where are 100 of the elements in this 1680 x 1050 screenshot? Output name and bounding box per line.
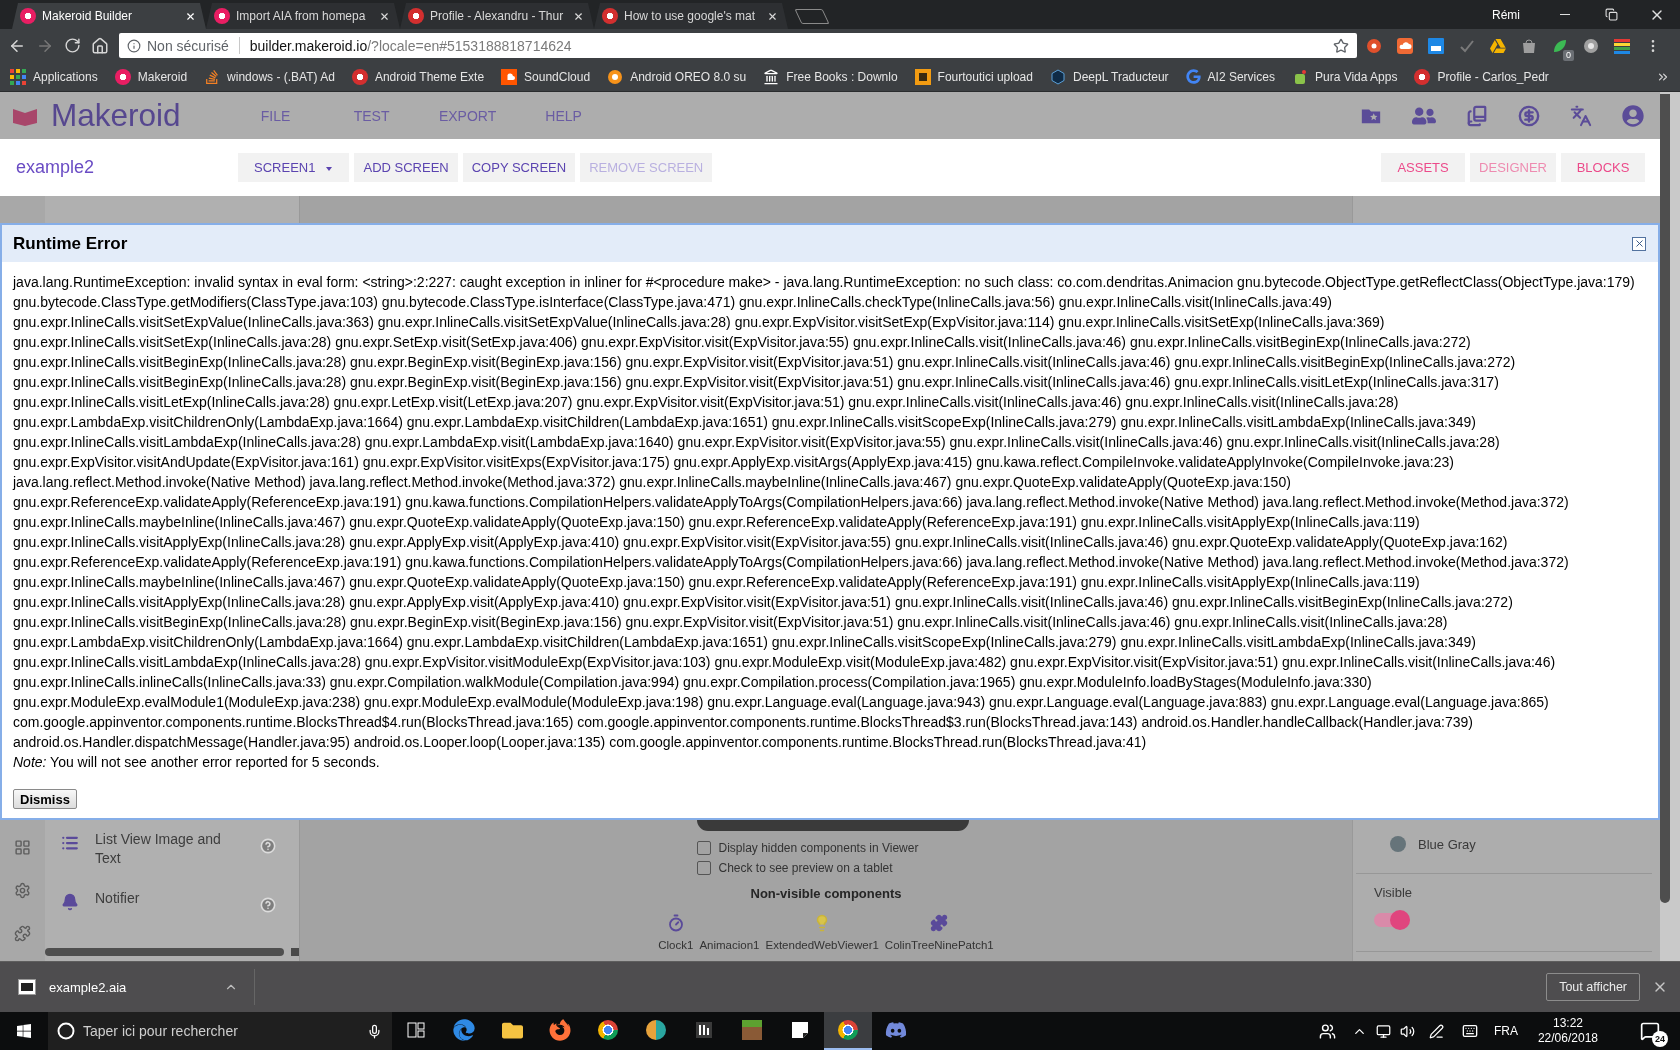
widgets-icon[interactable] (14, 839, 31, 856)
screen-dropdown[interactable]: SCREEN1 (238, 153, 350, 182)
search-field[interactable]: Taper ici pour rechercher (48, 1012, 392, 1050)
bookmark-link[interactable]: Applications (10, 68, 98, 85)
caret-down-icon (326, 166, 333, 171)
bag-icon[interactable] (1521, 37, 1537, 54)
checkbox[interactable] (696, 861, 711, 875)
error-note: Note: You will not see another error reported for 5 seconds. (13, 753, 380, 772)
bookmark-link[interactable]: Profile - Carlos_Pedr (1414, 68, 1549, 85)
stacked-trays-icon (204, 68, 221, 85)
help-icon[interactable] (260, 897, 276, 913)
error-trace-line: gnu.expr.InlineCalls.visitSetExp(InlineCalls.java:28) gnu.expr.SetExp.visit(SetExp.java:406) gnu.expr.ExpVisitor.visit(ExpVisitor.java:55) gnu.expr.InlineCalls.visit(InlineCalls.java:46) gnu.expr.InlineCalls.visitBeginExp(InlineCalls.java:272) (13, 333, 1471, 352)
error-trace-line: gnu.expr.InlineCalls.visitBeginExp(InlineCalls.java:28) gnu.expr.BeginExp.visit(BeginExp.java:156) gnu.expr.ExpVisitor.visit(ExpVisitor.java:51) gnu.expr.InlineCalls.visit(InlineCalls.java:46) gnu.expr.InlineCalls.visitBeginExp(InlineCalls.java:272) (13, 353, 1516, 372)
volume-icon[interactable] (1400, 1023, 1416, 1039)
account-icon[interactable] (1622, 104, 1644, 127)
cloud-icon[interactable] (1397, 37, 1413, 54)
close-icon[interactable] (185, 10, 196, 22)
security-label: Non sécurisé (147, 37, 229, 54)
close-icon (1633, 238, 1645, 249)
hexagon-icon (1049, 68, 1066, 85)
archive-file-icon (18, 979, 36, 995)
stacked-layers-icon[interactable] (1614, 37, 1630, 54)
puzzle-icon[interactable] (14, 925, 31, 942)
bookmark-link[interactable]: Free Books : Downlo (763, 68, 898, 85)
browser-tab[interactable]: Profile - Alexandru - Thur (400, 3, 594, 29)
four-panes-icon (16, 1023, 32, 1039)
cloud-icon (501, 68, 518, 85)
close-button[interactable] (1632, 236, 1646, 251)
bookmark-link[interactable]: Fourtoutici upload (914, 68, 1033, 85)
people-icon[interactable] (1319, 1022, 1337, 1040)
palette-item[interactable]: Notifier (95, 889, 235, 908)
browser-tab[interactable]: How to use google's mat (594, 3, 788, 29)
bookmark-link[interactable]: DeepL Traducteur (1049, 68, 1169, 85)
microphone-icon[interactable] (367, 1023, 382, 1039)
circle-icon[interactable] (1583, 37, 1599, 54)
palette-item[interactable]: List View Image and Text (95, 830, 235, 868)
vertical-scrollbar[interactable] (1660, 94, 1670, 903)
component-label[interactable]: ColinTreeNinePatch1 (884, 937, 994, 953)
apps-grid-icon (10, 68, 26, 85)
screen-action-button[interactable]: ADD SCREEN (354, 153, 458, 182)
bookmark-link[interactable]: Android OREO 8.0 su (607, 68, 747, 85)
horizontal-scrollbar[interactable] (45, 948, 285, 956)
browser-tab[interactable]: Import AIA from homepa (206, 3, 400, 29)
url-path: /?locale=en#5153188818714624 (367, 37, 572, 54)
triangle-logo-icon[interactable] (1490, 37, 1506, 54)
browser-tab[interactable]: Makeroid Builder (12, 3, 206, 29)
bookmark-link[interactable]: windows - (.BAT) Ad (204, 68, 335, 85)
component-label[interactable]: ExtendedWebViewer1 (765, 937, 879, 953)
close-icon[interactable] (767, 10, 778, 22)
show-all-button[interactable]: Tout afficher (1546, 973, 1640, 1001)
color-option[interactable]: Blue Gray (1418, 836, 1476, 852)
circle-logo-icon (602, 8, 618, 24)
bookmark-link[interactable]: Pura Vida Apps (1291, 68, 1398, 85)
scrollbar-corner (291, 948, 299, 956)
translate-icon[interactable] (1570, 104, 1592, 127)
url-host: builder.makeroid.io (249, 37, 368, 54)
keyboard-icon[interactable] (1461, 1023, 1478, 1039)
books-icon[interactable] (1466, 104, 1488, 127)
taskbar-app-button[interactable] (824, 1012, 872, 1050)
dollar-circle-icon[interactable] (1518, 104, 1540, 127)
help-icon[interactable] (260, 838, 276, 854)
download-file-name[interactable]: example2.aia (49, 979, 127, 995)
window-icon[interactable] (1428, 37, 1444, 54)
note-icon (790, 1020, 810, 1040)
home-icon[interactable] (91, 36, 109, 55)
bookmark-link[interactable]: Makeroid (114, 68, 188, 85)
new-tab-button[interactable] (794, 9, 830, 24)
clock[interactable]: 13:22 22/06/2018 (1537, 1016, 1598, 1046)
component-label[interactable]: Clock1 (658, 937, 694, 953)
error-trace-line: gnu.expr.InlineCalls.maybeInline(InlineCalls.java:467) gnu.expr.QuoteExp.validateApply(QuoteExp.java:150) gnu.expr.ReferenceExp.validateApply(ReferenceExp.java:191) gnu.expr.InlineCalls.visitApplyExp(InlineCalls.java:119) (13, 513, 1420, 532)
error-trace-line: gnu.expr.InlineCalls.visitApplyExp(InlineCalls.java:28) gnu.expr.ApplyExp.visit(ApplyExp.java:410) gnu.expr.ExpVisitor.visit(ExpVisitor.java:55) gnu.expr.InlineCalls.visit(InlineCalls.java:46) gnu.expr.QuoteExp.validateApply(QuoteExp.java:162) (13, 533, 1508, 552)
close-icon[interactable] (379, 10, 390, 22)
address-bar[interactable]: Non sécurisé builder.makeroid.io/?locale=en#5153188818714624 (119, 33, 1357, 58)
bookmark-star-icon[interactable] (1333, 37, 1349, 54)
toggle-switch[interactable] (1374, 910, 1410, 930)
error-trace-line: gnu.expr.InlineCalls.visitBeginExp(InlineCalls.java:28) gnu.expr.BeginExp.visit(BeginExp.java:156) gnu.expr.ExpVisitor.visit(ExpVisitor.java:51) gnu.expr.InlineCalls.visit(InlineCalls.java:46) gnu.expr.InlineCalls.visitLetExp(InlineCalls.java:317) (13, 373, 1499, 392)
error-trace-line: gnu.expr.InlineCalls.visitLambdaExp(InlineCalls.java:28) gnu.expr.LambdaExp.visit(LambdaExp.java:1640) gnu.expr.ExpVisitor.visit(ExpVisitor.java:55) gnu.expr.InlineCalls.visit(InlineCalls.java:46) gnu.expr.InlineCalls.visit(InlineCalls.java:28) (13, 433, 1500, 452)
checkbox[interactable] (696, 841, 711, 855)
dismiss-button[interactable]: Dismiss (13, 789, 77, 809)
component-label[interactable]: Animacion1 (699, 937, 760, 953)
pen-icon[interactable] (1429, 1023, 1445, 1039)
bookmark-link[interactable]: AI2 Services (1185, 69, 1275, 84)
leaf-icon[interactable] (1552, 37, 1568, 54)
bookmark-link[interactable]: Android Theme Exte (351, 68, 485, 85)
circle-logo-icon (1414, 68, 1431, 85)
reload-icon[interactable] (64, 37, 81, 54)
grass-block-icon (742, 1020, 762, 1040)
circle-logo-icon (20, 8, 36, 24)
bookmark-link[interactable]: SoundCloud (501, 68, 591, 85)
profile-name[interactable]: Rémi (1492, 7, 1520, 22)
circle-icon[interactable] (1366, 37, 1382, 54)
language-indicator[interactable]: FRA (1493, 1024, 1518, 1038)
network-icon[interactable] (1376, 1023, 1392, 1039)
circle-logo-icon (838, 1020, 858, 1040)
settings-icon[interactable] (14, 882, 31, 899)
checkbox-label: Check to see preview on a tablet (718, 861, 893, 875)
error-trace-line: gnu.expr.ExpVisitor.visitAndUpdate(ExpVisitor.java:161) gnu.expr.ExpVisitor.visitExps(ExpVisitor.java:175) gnu.expr.ApplyExp.visitArgs(ApplyExp.java:415) gnu.kawa.reflect.CompileInvoke.validateApplyInvoke(CompileInvoke.java:23) (13, 453, 1454, 472)
square-logo-icon (914, 68, 931, 85)
screen-action-button[interactable]: COPY SCREEN (462, 153, 576, 182)
close-icon[interactable] (573, 10, 584, 22)
